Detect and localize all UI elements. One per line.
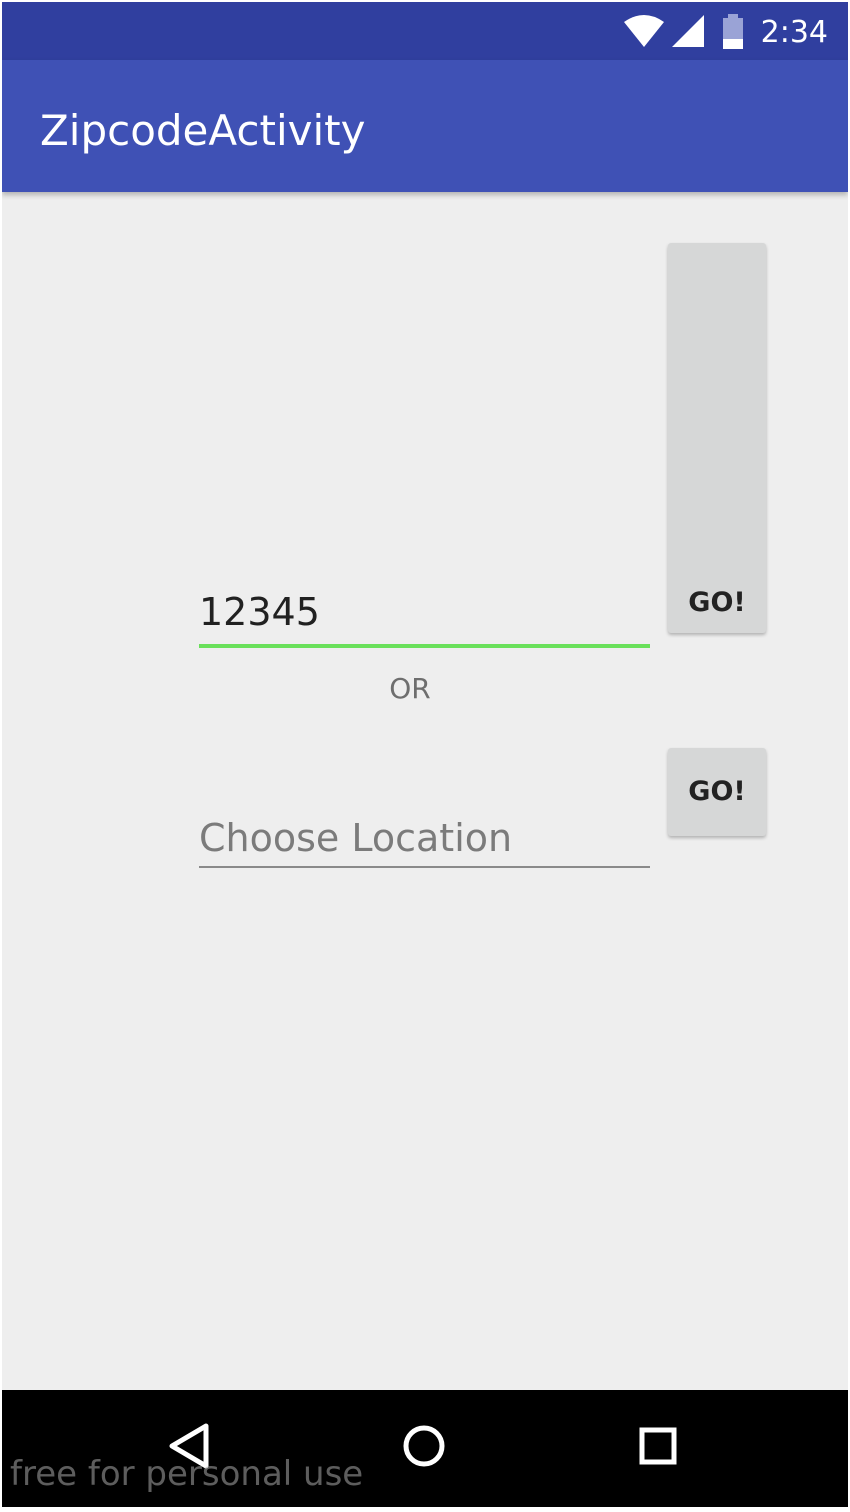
battery-icon: [723, 14, 743, 49]
location-go-button[interactable]: GO!: [668, 748, 766, 836]
status-time: 2:34: [760, 15, 828, 50]
location-input[interactable]: Choose Location: [199, 806, 650, 868]
wifi-icon: [624, 15, 664, 47]
zip-go-button[interactable]: GO!: [668, 243, 766, 633]
watermark-text: free for personal use: [10, 1454, 364, 1494]
zipcode-input[interactable]: 12345: [199, 582, 650, 648]
location-go-button-label: GO!: [688, 776, 746, 807]
zipcode-input-value: 12345: [199, 590, 320, 634]
app-title: ZipcodeActivity: [40, 106, 366, 155]
app-bar: ZipcodeActivity: [2, 60, 848, 192]
zip-go-button-label: GO!: [688, 587, 746, 618]
recents-icon[interactable]: [638, 1423, 678, 1469]
or-separator: OR: [389, 672, 431, 705]
status-bar: 2:34: [2, 2, 848, 60]
phone-screen: 2:34 ZipcodeActivity GO! 12345 OR GO! Ch…: [2, 2, 848, 1507]
location-input-placeholder: Choose Location: [199, 816, 513, 860]
home-icon[interactable]: [402, 1423, 446, 1469]
cell-signal-icon: [672, 15, 704, 47]
